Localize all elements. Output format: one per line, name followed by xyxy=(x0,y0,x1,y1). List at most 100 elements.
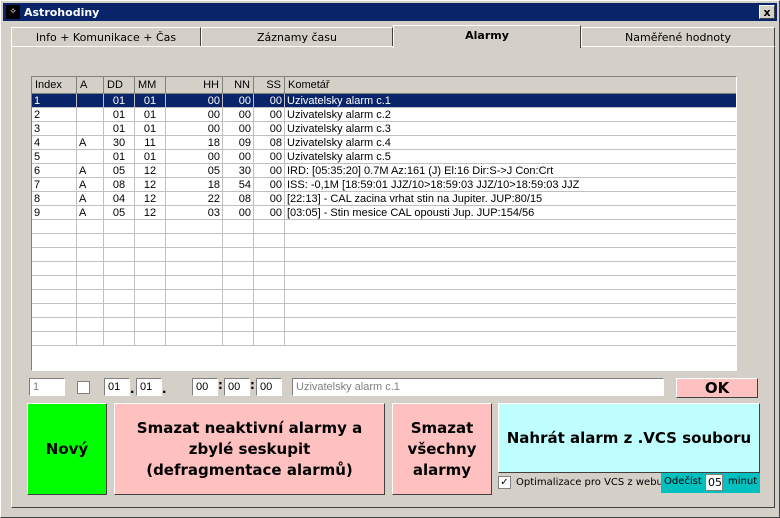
cell-ss: 00 xyxy=(253,149,285,164)
empty-row xyxy=(32,261,736,276)
cell-dd: 30 xyxy=(103,135,135,150)
column-header-ss[interactable]: SS xyxy=(253,77,285,94)
empty-row xyxy=(32,317,736,332)
tab-strip: Info + Komunikace + Čas Záznamy času Ala… xyxy=(11,25,775,48)
cell-ss: 00 xyxy=(253,121,285,136)
cell-a xyxy=(76,107,104,122)
cell-index: 1 xyxy=(32,93,77,108)
cell-dd: 01 xyxy=(103,149,135,164)
date-separator: . xyxy=(162,382,167,396)
table-row[interactable]: 5 01 01 00 00 00 Uzivatelsky alarm c.5 xyxy=(32,149,736,164)
cell-ss: 00 xyxy=(253,177,285,192)
cell-index: 9 xyxy=(32,205,77,220)
cell-index: 4 xyxy=(32,135,77,150)
table-row[interactable]: 8 A 04 12 22 08 00 [22:13] - CAL zacina vrhat s… xyxy=(32,191,736,206)
cell-ss: 00 xyxy=(253,107,285,122)
cell-mm: 01 xyxy=(134,121,166,136)
cell-a: A xyxy=(76,135,104,150)
column-header-a[interactable]: A xyxy=(76,77,104,94)
minute-field[interactable]: 00 xyxy=(224,378,250,396)
time-separator: : xyxy=(218,378,223,392)
alarm-table[interactable]: Index A DD MM HH NN SS Kometář 1 01 01 00 00… xyxy=(31,76,737,371)
cell-nn: 30 xyxy=(222,163,254,178)
comment-field[interactable]: Uzivatelsky alarm c.1 xyxy=(292,378,664,396)
second-field[interactable]: 00 xyxy=(256,378,282,396)
month-field[interactable]: 01 xyxy=(136,378,162,396)
defragment-alarms-button[interactable]: Smazat neaktivní alarmy a zbylé seskupit… xyxy=(114,403,385,495)
cell-dd: 01 xyxy=(103,107,135,122)
date-separator: . xyxy=(130,382,135,396)
app-icon: ✧ xyxy=(6,5,20,19)
cell-index: 2 xyxy=(32,107,77,122)
cell-mm: 12 xyxy=(134,163,166,178)
cell-mm: 01 xyxy=(134,93,166,108)
cell-mm: 12 xyxy=(134,191,166,206)
cell-index: 3 xyxy=(32,121,77,136)
cell-dd: 01 xyxy=(103,93,135,108)
table-header-row: Index A DD MM HH NN SS Kometář xyxy=(32,77,736,94)
cell-comment: [03:05] - Stin mesice CAL opousti Jup. J… xyxy=(284,205,736,220)
load-vcs-button[interactable]: Nahrát alarm z .VCS souboru xyxy=(498,403,760,473)
cell-ss: 08 xyxy=(253,135,285,150)
cell-mm: 01 xyxy=(134,107,166,122)
column-header-kometar[interactable]: Kometář xyxy=(284,77,736,94)
table-row[interactable]: 2 01 01 00 00 00 Uzivatelsky alarm c.2 xyxy=(32,107,736,122)
vcs-options-bar: ✓ Optimalizace pro VCS z webu Odečíst 05… xyxy=(498,473,760,493)
cell-index: 7 xyxy=(32,177,77,192)
table-row[interactable]: 7 A 08 12 18 54 00 ISS: -0,1M [18:59:01 JJZ/10>… xyxy=(32,177,736,192)
active-checkbox[interactable] xyxy=(77,381,90,394)
table-row[interactable]: 3 01 01 00 00 00 Uzivatelsky alarm c.3 xyxy=(32,121,736,136)
table-row[interactable]: 1 01 01 00 00 00 Uzivatelsky alarm c.1 xyxy=(32,93,736,108)
cell-dd: 08 xyxy=(103,177,135,192)
ok-button[interactable]: OK xyxy=(676,378,758,398)
cell-mm: 01 xyxy=(134,149,166,164)
table-row[interactable]: 4 A 30 11 18 09 08 Uzivatelsky alarm c.4 xyxy=(32,135,736,150)
cell-comment: Uzivatelsky alarm c.2 xyxy=(284,107,736,122)
cell-a xyxy=(76,121,104,136)
column-header-dd[interactable]: DD xyxy=(103,77,135,94)
empty-row xyxy=(32,303,736,318)
column-header-nn[interactable]: NN xyxy=(222,77,254,94)
tab-namerene-hodnoty[interactable]: Naměřené hodnoty xyxy=(581,27,775,46)
minutes-label: minut xyxy=(728,476,758,487)
cell-ss: 00 xyxy=(253,93,285,108)
delete-all-alarms-button[interactable]: Smazat všechny alarmy xyxy=(392,403,492,495)
cell-nn: 00 xyxy=(222,121,254,136)
cell-nn: 00 xyxy=(222,149,254,164)
cell-index: 8 xyxy=(32,191,77,206)
app-window: ✧ Astrohodiny x Info + Komunikace + Čas … xyxy=(0,0,780,518)
column-header-index[interactable]: Index xyxy=(32,77,77,94)
tab-zaznamy-casu[interactable]: Záznamy času xyxy=(201,27,393,46)
table-row[interactable]: 6 A 05 12 05 30 00 IRD: [05:35:20] 0.7M Az:161 … xyxy=(32,163,736,178)
close-button[interactable]: x xyxy=(759,5,775,19)
column-header-hh[interactable]: HH xyxy=(165,77,223,94)
cell-comment: Uzivatelsky alarm c.3 xyxy=(284,121,736,136)
day-field[interactable]: 01 xyxy=(104,378,130,396)
optimize-checkbox[interactable]: ✓ xyxy=(498,476,511,489)
cell-nn: 08 xyxy=(222,191,254,206)
cell-index: 5 xyxy=(32,149,77,164)
cell-hh: 18 xyxy=(165,135,223,150)
subtract-minutes-field[interactable]: 05 xyxy=(705,474,723,491)
cell-nn: 00 xyxy=(222,205,254,220)
cell-nn: 00 xyxy=(222,93,254,108)
new-alarm-button[interactable]: Nový xyxy=(27,403,107,495)
empty-row xyxy=(32,247,736,262)
cell-ss: 00 xyxy=(253,191,285,206)
table-row[interactable]: 9 A 05 12 03 00 00 [03:05] - Stin mesice CAL op… xyxy=(32,205,736,220)
tab-info-komunikace-cas[interactable]: Info + Komunikace + Čas xyxy=(11,27,201,46)
cell-comment: ISS: -0,1M [18:59:01 JJZ/10>18:59:03 JJZ… xyxy=(284,177,736,192)
cell-a xyxy=(76,93,104,108)
time-separator: : xyxy=(250,378,255,392)
hour-field[interactable]: 00 xyxy=(192,378,218,396)
index-field[interactable]: 1 xyxy=(29,378,65,396)
column-header-mm[interactable]: MM xyxy=(134,77,166,94)
cell-hh: 22 xyxy=(165,191,223,206)
cell-a: A xyxy=(76,163,104,178)
cell-hh: 00 xyxy=(165,149,223,164)
empty-row xyxy=(32,275,736,290)
cell-dd: 04 xyxy=(103,191,135,206)
empty-row xyxy=(32,219,736,234)
tab-alarmy[interactable]: Alarmy xyxy=(393,25,581,48)
title-bar[interactable]: ✧ Astrohodiny x xyxy=(3,3,777,21)
